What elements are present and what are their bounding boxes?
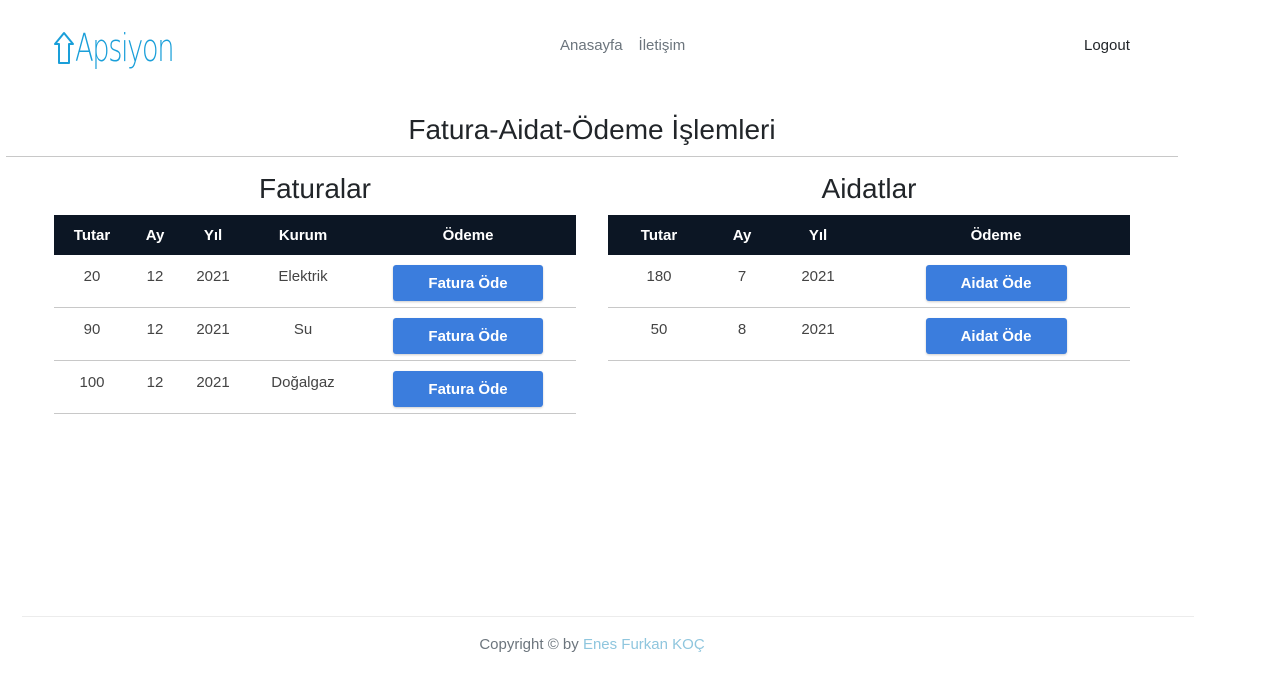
logout-link[interactable]: Logout: [1084, 37, 1130, 54]
column-header-ay: Ay: [732, 226, 752, 244]
column-header-odeme: Ödeme: [442, 226, 494, 244]
logo-text: Apsiyon: [75, 26, 175, 70]
kurum-cell: Elektrik: [278, 268, 328, 285]
logo[interactable]: Apsiyon: [54, 20, 211, 76]
aidat-ode-button[interactable]: Aidat Öde: [925, 318, 1067, 354]
author-link[interactable]: Enes Furkan KOÇ: [583, 636, 705, 653]
aidat-ode-button[interactable]: Aidat Öde: [925, 265, 1067, 301]
kurum-cell: Su: [293, 321, 313, 338]
nav-link-iletisim[interactable]: İletişim: [639, 37, 686, 54]
kurum-cell: Doğalgaz: [271, 374, 335, 391]
table-row: 100 12 2021 Doğalgaz Fatura Öde: [54, 360, 576, 414]
footer: Copyright © by Enes Furkan KOÇ: [0, 636, 1184, 653]
ay-cell: 12: [146, 321, 164, 338]
yil-cell: 2021: [196, 374, 230, 391]
tutar-cell: 20: [83, 268, 101, 285]
table-row: 180 7 2021 Aidat Öde: [608, 255, 1130, 308]
yil-cell: 2021: [801, 268, 835, 285]
ay-cell: 12: [146, 374, 164, 391]
ay-cell: 7: [737, 268, 747, 285]
fatura-ode-button[interactable]: Fatura Öde: [393, 371, 543, 407]
nav-link-anasayfa[interactable]: Anasayfa: [560, 37, 623, 54]
tutar-cell: 90: [83, 321, 101, 338]
table-header-row: Tutar Ay Yıl Ödeme: [608, 215, 1130, 255]
tutar-cell: 180: [646, 268, 672, 285]
ay-cell: 12: [146, 268, 164, 285]
table-row: 50 8 2021 Aidat Öde: [608, 307, 1130, 361]
divider: [6, 156, 1178, 157]
house-outline-icon: [54, 32, 74, 64]
footer-divider: [22, 616, 1194, 617]
fatura-ode-button[interactable]: Fatura Öde: [393, 318, 543, 354]
aidatlar-table: Tutar Ay Yıl Ödeme 180 7 2021 Aidat Öde …: [608, 215, 1130, 361]
yil-cell: 2021: [196, 268, 230, 285]
tutar-cell: 100: [79, 374, 105, 391]
column-header-odeme: Ödeme: [970, 226, 1022, 244]
ay-cell: 8: [737, 321, 747, 338]
yil-cell: 2021: [196, 321, 230, 338]
main-nav: Anasayfa İletişim: [560, 37, 685, 54]
aidatlar-heading: Aidatlar: [821, 173, 917, 204]
table-row: 20 12 2021 Elektrik Fatura Öde: [54, 255, 576, 308]
faturalar-heading: Faturalar: [258, 173, 372, 204]
copyright-text: Copyright © by: [479, 636, 579, 653]
fatura-ode-button[interactable]: Fatura Öde: [393, 265, 543, 301]
page-title: Fatura-Aidat-Ödeme İşlemleri: [408, 114, 776, 145]
column-header-kurum: Kurum: [278, 226, 328, 244]
table-header-row: Tutar Ay Yıl Kurum Ödeme: [54, 215, 576, 255]
column-header-tutar: Tutar: [73, 226, 111, 244]
yil-cell: 2021: [801, 321, 835, 338]
faturalar-table: Tutar Ay Yıl Kurum Ödeme 20 12 2021 Elek…: [54, 215, 576, 414]
tutar-cell: 50: [650, 321, 668, 338]
column-header-yil: Yıl: [203, 226, 223, 244]
table-row: 90 12 2021 Su Fatura Öde: [54, 307, 576, 361]
column-header-tutar: Tutar: [640, 226, 678, 244]
column-header-yil: Yıl: [808, 226, 828, 244]
column-header-ay: Ay: [145, 226, 165, 244]
